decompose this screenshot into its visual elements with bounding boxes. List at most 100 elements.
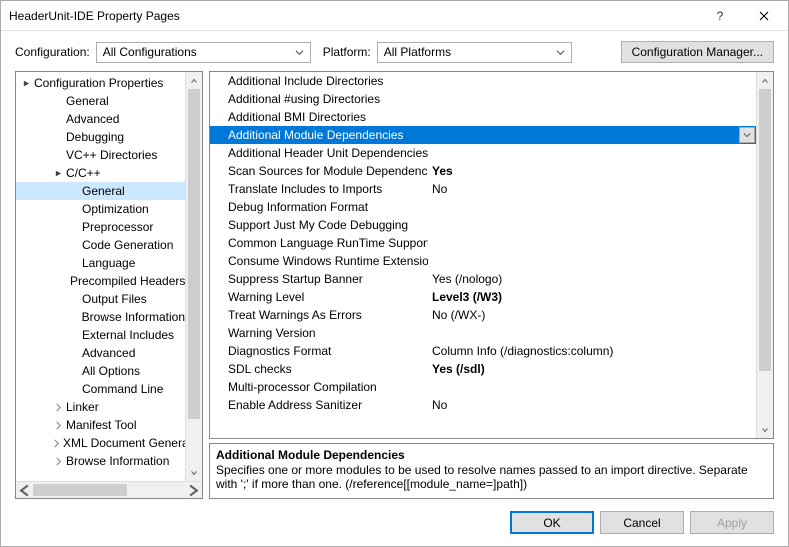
tree-item[interactable]: Preprocessor — [16, 218, 185, 236]
expander-icon[interactable] — [52, 457, 64, 466]
property-row[interactable]: Warning LevelLevel3 (/W3) — [210, 288, 756, 306]
tree-item[interactable]: XML Document Generator — [16, 434, 185, 452]
tree-item[interactable]: Advanced — [16, 110, 185, 128]
property-row[interactable]: Diagnostics FormatColumn Info (/diagnost… — [210, 342, 756, 360]
tree-item[interactable]: Debugging — [16, 128, 185, 146]
tree-item[interactable]: C/C++ — [16, 164, 185, 182]
property-row[interactable]: Common Language RunTime Support — [210, 234, 756, 252]
apply-button: Apply — [690, 511, 774, 534]
window-title: HeaderUnit-IDE Property Pages — [9, 9, 698, 23]
property-row[interactable]: Translate Includes to ImportsNo — [210, 180, 756, 198]
property-row[interactable]: Additional #using Directories — [210, 90, 756, 108]
property-name: Translate Includes to Imports — [210, 182, 428, 196]
tree-label: Manifest Tool — [64, 418, 136, 432]
tree-item[interactable]: Advanced — [16, 344, 185, 362]
tree-item[interactable]: General — [16, 92, 185, 110]
title-bar: HeaderUnit-IDE Property Pages ? — [1, 1, 788, 31]
tree-vertical-scrollbar[interactable] — [185, 72, 202, 481]
tree-item[interactable]: Output Files — [16, 290, 185, 308]
scroll-thumb[interactable] — [188, 89, 200, 419]
tree-item[interactable]: Command Line — [16, 380, 185, 398]
property-row[interactable]: SDL checksYes (/sdl) — [210, 360, 756, 378]
scroll-up-icon[interactable] — [757, 72, 773, 89]
tree-label: Command Line — [80, 382, 163, 396]
tree-label: Browse Information — [80, 310, 185, 324]
platform-combo[interactable]: All Platforms — [377, 42, 572, 63]
property-name: Warning Version — [210, 326, 428, 340]
property-row[interactable]: Debug Information Format — [210, 198, 756, 216]
scroll-up-icon[interactable] — [186, 72, 202, 89]
property-row[interactable]: Multi-processor Compilation — [210, 378, 756, 396]
tree-item[interactable]: Optimization — [16, 200, 185, 218]
property-name: Warning Level — [210, 290, 428, 304]
scroll-left-icon[interactable] — [16, 482, 33, 498]
tree-label: Language — [80, 256, 135, 270]
description-title: Additional Module Dependencies — [216, 448, 767, 462]
property-value: Column Info (/diagnostics:column) — [428, 344, 756, 358]
scroll-thumb[interactable] — [33, 484, 127, 496]
expander-icon[interactable] — [52, 421, 64, 430]
right-panel: Additional Include Directories Additional… — [209, 71, 774, 499]
property-grid-panel: Additional Include Directories Additional… — [209, 71, 774, 439]
configuration-combo[interactable]: All Configurations — [96, 42, 311, 63]
tree-item[interactable]: External Includes — [16, 326, 185, 344]
property-row[interactable]: Additional Include Directories — [210, 72, 756, 90]
property-value: Yes (/sdl) — [428, 362, 756, 376]
dropdown-button[interactable] — [739, 127, 755, 143]
property-name: Additional #using Directories — [210, 92, 428, 106]
property-row[interactable]: Suppress Startup BannerYes (/nologo) — [210, 270, 756, 288]
scroll-right-icon[interactable] — [185, 482, 202, 498]
tree-item[interactable]: Language — [16, 254, 185, 272]
property-row[interactable]: Support Just My Code Debugging — [210, 216, 756, 234]
tree-item[interactable]: Code Generation — [16, 236, 185, 254]
toolbar: Configuration: All Configurations Platfo… — [1, 31, 788, 71]
tree-item-root[interactable]: Configuration Properties — [16, 74, 185, 92]
tree-item[interactable]: Precompiled Headers — [16, 272, 185, 290]
tree-label: Advanced — [64, 112, 119, 126]
scroll-thumb[interactable] — [759, 89, 771, 371]
tree-item[interactable]: Browse Information — [16, 308, 185, 326]
tree-item[interactable]: Manifest Tool — [16, 416, 185, 434]
property-row[interactable]: Scan Sources for Module DependenciesYes — [210, 162, 756, 180]
property-row[interactable]: Additional Header Unit Dependencies — [210, 144, 756, 162]
tree-item[interactable]: All Options — [16, 362, 185, 380]
grid-vertical-scrollbar[interactable] — [756, 72, 773, 438]
tree-horizontal-scrollbar[interactable] — [16, 481, 202, 498]
property-row[interactable]: Warning Version — [210, 324, 756, 342]
configuration-value: All Configurations — [103, 45, 197, 59]
main-area: Configuration Properties General Advanced D… — [1, 71, 788, 505]
property-name: Common Language RunTime Support — [210, 236, 428, 250]
tree-item[interactable]: General — [16, 182, 185, 200]
tree-label: C/C++ — [64, 166, 101, 180]
property-row[interactable]: Treat Warnings As ErrorsNo (/WX-) — [210, 306, 756, 324]
tree-label: All Options — [80, 364, 140, 378]
property-row[interactable]: Additional BMI Directories — [210, 108, 756, 126]
tree-item[interactable]: Browse Information — [16, 452, 185, 470]
tree-item[interactable]: Linker — [16, 398, 185, 416]
expander-icon[interactable] — [20, 79, 32, 88]
tree-label: VC++ Directories — [64, 148, 157, 162]
expander-icon[interactable] — [52, 403, 64, 412]
cancel-button[interactable]: Cancel — [600, 511, 684, 534]
tree-panel: Configuration Properties General Advanced D… — [15, 71, 203, 499]
tree-item[interactable]: VC++ Directories — [16, 146, 185, 164]
property-name: Scan Sources for Module Dependencies — [210, 164, 428, 178]
property-row[interactable]: Enable Address SanitizerNo — [210, 396, 756, 414]
property-grid[interactable]: Additional Include Directories Additional… — [210, 72, 756, 438]
help-button[interactable]: ? — [698, 2, 742, 30]
platform-value: All Platforms — [384, 45, 451, 59]
close-button[interactable] — [742, 2, 786, 30]
configuration-label: Configuration: — [15, 45, 90, 59]
ok-button[interactable]: OK — [510, 511, 594, 534]
configuration-manager-button[interactable]: Configuration Manager... — [621, 41, 774, 63]
scroll-down-icon[interactable] — [757, 421, 773, 438]
tree-label: General — [64, 94, 109, 108]
tree-label: Code Generation — [80, 238, 173, 252]
property-row[interactable]: Consume Windows Runtime Extension — [210, 252, 756, 270]
expander-icon[interactable] — [52, 169, 64, 178]
tree[interactable]: Configuration Properties General Advanced D… — [16, 72, 185, 481]
scroll-down-icon[interactable] — [186, 464, 202, 481]
tree-label: Configuration Properties — [32, 76, 163, 90]
expander-icon[interactable] — [52, 439, 61, 448]
property-row[interactable]: Additional Module Dependencies — [210, 126, 756, 144]
